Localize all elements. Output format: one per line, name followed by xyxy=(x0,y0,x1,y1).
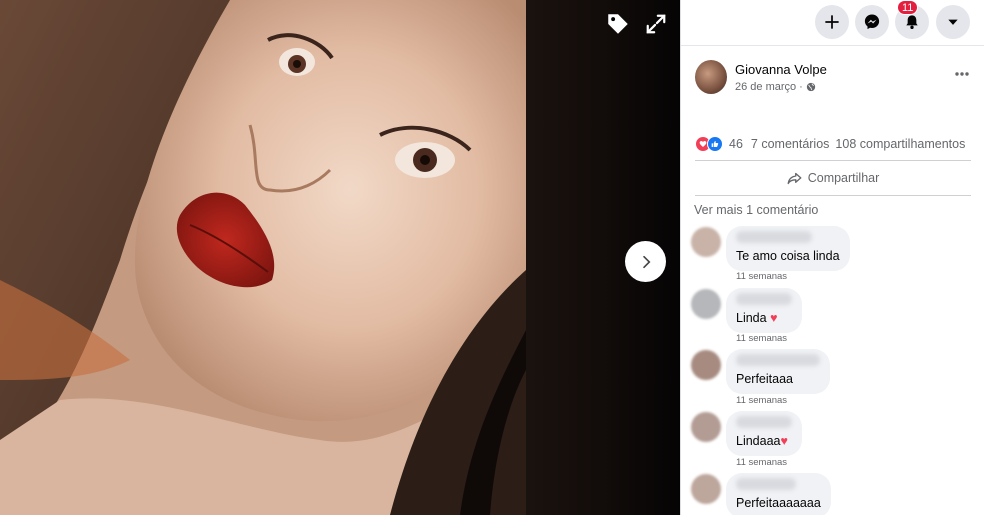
comment-avatar[interactable] xyxy=(691,412,721,442)
comment-count[interactable]: 7 comentários xyxy=(751,137,830,151)
comment-author-blurred[interactable] xyxy=(736,293,792,305)
heart-emoji: ♥ xyxy=(770,311,778,325)
comment-bubble: Te amo coisa linda xyxy=(726,226,850,271)
reaction-count[interactable]: 46 xyxy=(729,137,743,151)
bell-icon xyxy=(906,15,918,29)
more-horizontal-icon xyxy=(955,72,969,76)
post-meta: 26 de março · xyxy=(735,81,816,93)
comment-item: Perfeitaaa 11 semanas xyxy=(691,349,981,412)
comment-avatar[interactable] xyxy=(691,474,721,504)
photo-viewer xyxy=(0,0,680,515)
comment-time[interactable]: 11 semanas xyxy=(736,271,787,282)
create-button[interactable] xyxy=(815,5,849,39)
reaction-icons[interactable] xyxy=(695,136,723,152)
comment-avatar[interactable] xyxy=(691,227,721,257)
separator-dot: · xyxy=(799,81,803,93)
comment-text: Te amo coisa linda xyxy=(736,249,840,263)
comment-text: Perfeitaaaaaaa xyxy=(736,496,821,510)
plus-icon xyxy=(825,15,839,29)
comment-bubble: Perfeitaaa xyxy=(726,349,830,394)
messenger-icon xyxy=(864,14,880,30)
comment-time[interactable]: 11 semanas xyxy=(736,395,787,406)
post-side-panel: 11 Giovanna Volpe 26 de março · 46 7 com… xyxy=(680,0,984,515)
comment-author-blurred[interactable] xyxy=(736,231,812,243)
comment-time[interactable]: 11 semanas xyxy=(736,457,787,468)
comment-item: Te amo coisa linda 11 semanas xyxy=(691,226,981,289)
globe-icon xyxy=(806,82,815,92)
top-nav: 11 xyxy=(681,0,984,46)
comment-author-blurred[interactable] xyxy=(736,416,792,428)
comment-bubble: Perfeitaaaaaaa xyxy=(726,473,831,515)
next-photo-button[interactable] xyxy=(625,241,666,282)
share-button-label: Compartilhar xyxy=(807,171,880,185)
comment-avatar[interactable] xyxy=(691,350,721,380)
comment-bubble: Linda ♥ xyxy=(726,288,802,333)
author-name[interactable]: Giovanna Volpe xyxy=(735,62,827,77)
comment-bubble: Lindaaa♥ xyxy=(726,411,802,456)
post-stats: 46 7 comentários 108 compartilhamentos xyxy=(695,135,971,153)
more-options-button[interactable] xyxy=(950,64,974,84)
notifications-badge: 11 xyxy=(897,0,919,15)
post-photo[interactable] xyxy=(0,0,526,515)
divider xyxy=(695,160,971,161)
comment-author-blurred[interactable] xyxy=(736,354,820,366)
like-reaction-icon xyxy=(707,136,723,152)
messenger-button[interactable] xyxy=(855,5,889,39)
comment-text: Lindaaa♥ xyxy=(736,434,788,448)
share-icon xyxy=(787,172,802,184)
comment-item: Lindaaa♥ 11 semanas xyxy=(691,411,981,474)
comment-item: Linda ♥ 11 semanas xyxy=(691,288,981,351)
view-more-comments-link[interactable]: Ver mais 1 comentário xyxy=(694,203,818,217)
comment-avatar[interactable] xyxy=(691,289,721,319)
tag-icon[interactable] xyxy=(604,10,632,38)
comment-text: Perfeitaaa xyxy=(736,372,793,386)
comment-item: Perfeitaaaaaaa xyxy=(691,473,981,515)
caret-down-icon xyxy=(948,19,958,25)
share-count[interactable]: 108 compartilhamentos xyxy=(835,137,965,151)
account-menu-button[interactable] xyxy=(936,5,970,39)
chevron-right-icon xyxy=(642,255,650,268)
heart-emoji: ♥ xyxy=(780,434,788,448)
expand-icon[interactable] xyxy=(642,10,670,38)
comment-text: Linda ♥ xyxy=(736,311,778,325)
post-header: Giovanna Volpe 26 de março · xyxy=(695,60,975,100)
avatar[interactable] xyxy=(695,60,727,94)
photo-image xyxy=(0,0,526,515)
comment-author-blurred[interactable] xyxy=(736,478,796,490)
share-button[interactable]: Compartilhar xyxy=(695,166,971,190)
post-date[interactable]: 26 de março xyxy=(735,81,796,93)
comment-time[interactable]: 11 semanas xyxy=(736,333,787,344)
divider xyxy=(695,195,971,196)
